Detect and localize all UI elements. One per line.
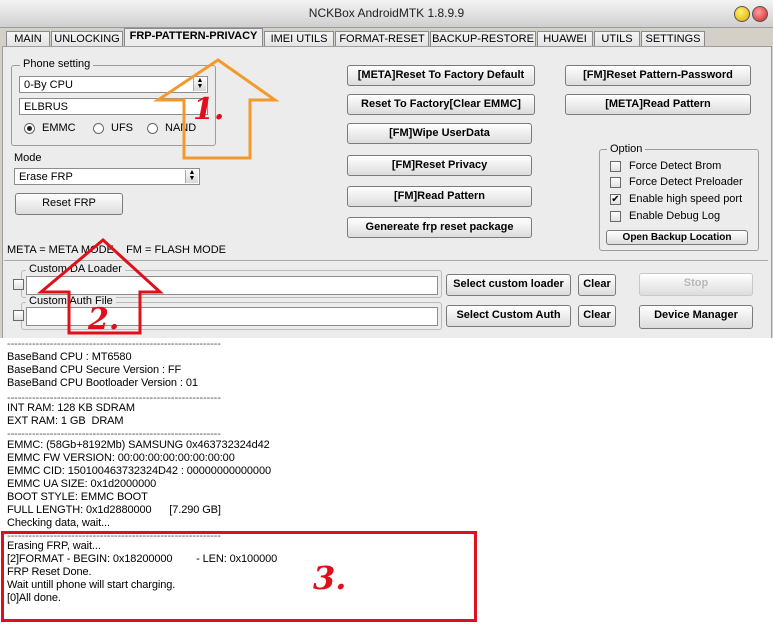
annotation-1: 1.	[193, 92, 225, 127]
annotation-2: 2.	[88, 302, 120, 337]
annotation-3: 3.	[313, 559, 347, 597]
